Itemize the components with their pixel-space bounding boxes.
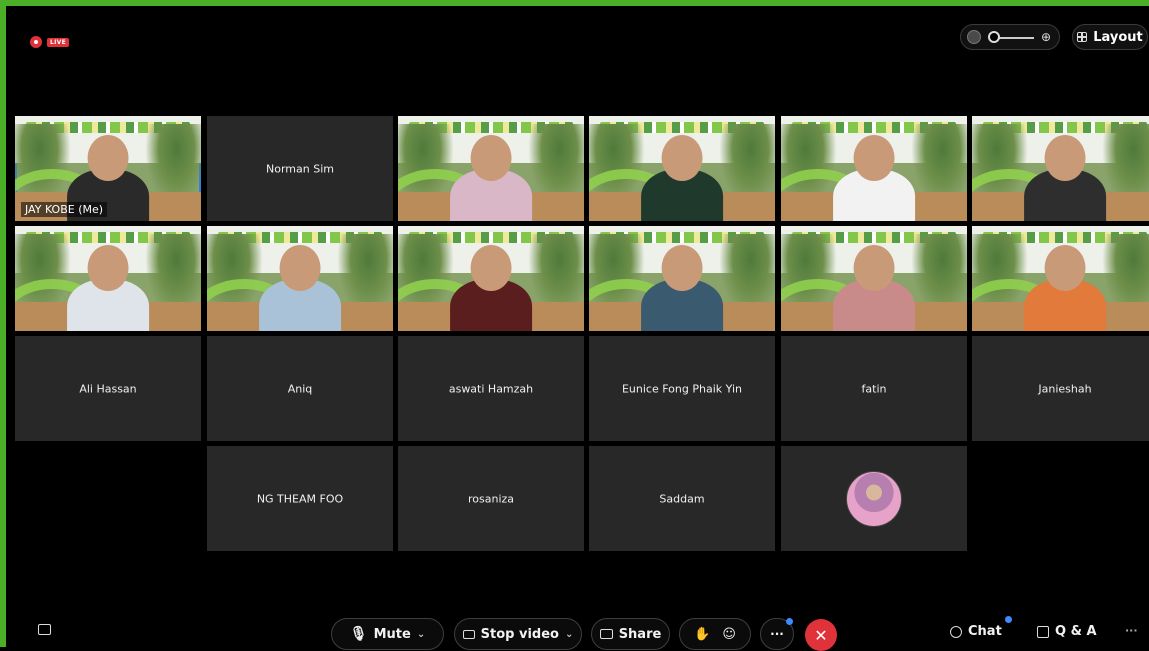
participant-tile[interactable]: Aniq [207,336,393,441]
zoom-out-icon[interactable] [967,30,981,44]
chevron-down-icon[interactable]: ⌄ [417,629,425,640]
participant-tile[interactable]: Saddam [589,446,775,551]
participant-tile[interactable] [972,226,1149,331]
participant-face [87,134,129,182]
live-badge: LIVE [47,37,69,47]
meeting-window: LIVE ⊕ Layout JAY KOBE (Me) Norman Sim Ali… [0,0,1149,651]
participant-tile[interactable] [781,446,967,551]
participant-name: Norman Sim [266,162,334,175]
more-dots-icon: ··· [1125,624,1138,637]
qa-icon [1037,625,1049,638]
participant-tile[interactable] [207,226,393,331]
share-screen-icon [599,629,613,639]
zoom-slider-handle[interactable] [988,31,1000,43]
mute-label: Mute [373,626,411,642]
participant-tile[interactable] [398,116,584,221]
reactions-group: ✋ ☺ [679,618,751,650]
participant-face [87,244,129,292]
participant-tile[interactable] [781,226,967,331]
chat-bubble-icon [950,625,962,638]
participant-face [853,244,895,292]
participant-tile[interactable]: Ali Hassan [15,336,201,441]
close-icon: ✕ [814,625,828,645]
qa-label: Q & A [1055,624,1097,639]
recording-indicator: LIVE [30,36,69,48]
zoom-slider[interactable]: ⊕ [960,24,1060,50]
layout-button[interactable]: Layout [1072,24,1148,50]
chat-button[interactable]: Chat [950,624,1002,639]
participant-tile[interactable] [589,226,775,331]
participant-avatar [846,470,902,527]
participant-tile[interactable] [781,116,967,221]
layout-grid-icon [1077,32,1088,42]
share-button[interactable]: Share [591,618,670,650]
participant-tile[interactable]: aswati Hamzah [398,336,584,441]
stop-video-label: Stop video [480,626,559,642]
participant-tile[interactable]: fatin [781,336,967,441]
participant-face [661,134,703,182]
participant-tile[interactable]: Eunice Fong Phaik Yin [589,336,775,441]
chat-label: Chat [968,624,1002,639]
participant-face [1044,244,1086,292]
video-camera-icon [462,629,475,639]
record-icon [30,36,42,48]
participant-face [470,134,512,182]
zoom-in-icon[interactable]: ⊕ [1041,30,1051,44]
participant-tile[interactable]: JAY KOBE (Me) [15,116,201,221]
captions-icon [38,624,51,635]
participant-tile[interactable] [398,226,584,331]
participant-tile[interactable]: NG THEAM FOO [207,446,393,551]
chevron-down-icon[interactable]: ⌄ [565,629,573,640]
participant-tile[interactable]: Janieshah [972,336,1149,441]
participant-face [279,244,321,292]
participant-tile[interactable]: Norman Sim [207,116,393,221]
qa-button[interactable]: Q & A [1037,624,1097,639]
participant-name: Janieshah [1038,382,1092,395]
mute-button[interactable]: 🎙 Mute ⌄ [331,618,444,650]
participant-name: Eunice Fong Phaik Yin [621,382,742,395]
overflow-menu-button[interactable]: ··· [1125,624,1138,637]
notification-dot [786,618,793,625]
participant-tile[interactable] [15,226,201,331]
participant-face [1044,134,1086,182]
stop-video-button[interactable]: Stop video ⌄ [454,618,582,650]
chat-notification-dot [1005,616,1012,623]
participant-face [661,244,703,292]
participant-face [470,244,512,292]
participant-face [853,134,895,182]
leave-meeting-button[interactable]: ✕ [805,619,837,651]
participant-name: fatin [861,382,887,395]
participant-name: Ali Hassan [79,382,137,395]
layout-label: Layout [1093,29,1143,45]
reaction-emoji-icon[interactable]: ☺ [722,627,736,642]
participant-name: aswati Hamzah [448,382,534,395]
raise-hand-icon[interactable]: ✋ [694,627,710,642]
participant-tile[interactable]: rosaniza [398,446,584,551]
more-dots-icon: ··· [770,627,784,641]
participant-name-label: JAY KOBE (Me) [21,202,108,217]
participant-tile[interactable] [972,116,1149,221]
participant-name: rosaniza [467,492,515,505]
participant-name: Saddam [659,492,705,505]
share-label: Share [618,626,662,642]
microphone-icon: 🎙 [349,626,368,642]
captions-button[interactable] [38,624,51,635]
participant-name: Aniq [287,382,313,395]
participant-name: NG THEAM FOO [256,492,344,505]
participant-tile[interactable] [589,116,775,221]
